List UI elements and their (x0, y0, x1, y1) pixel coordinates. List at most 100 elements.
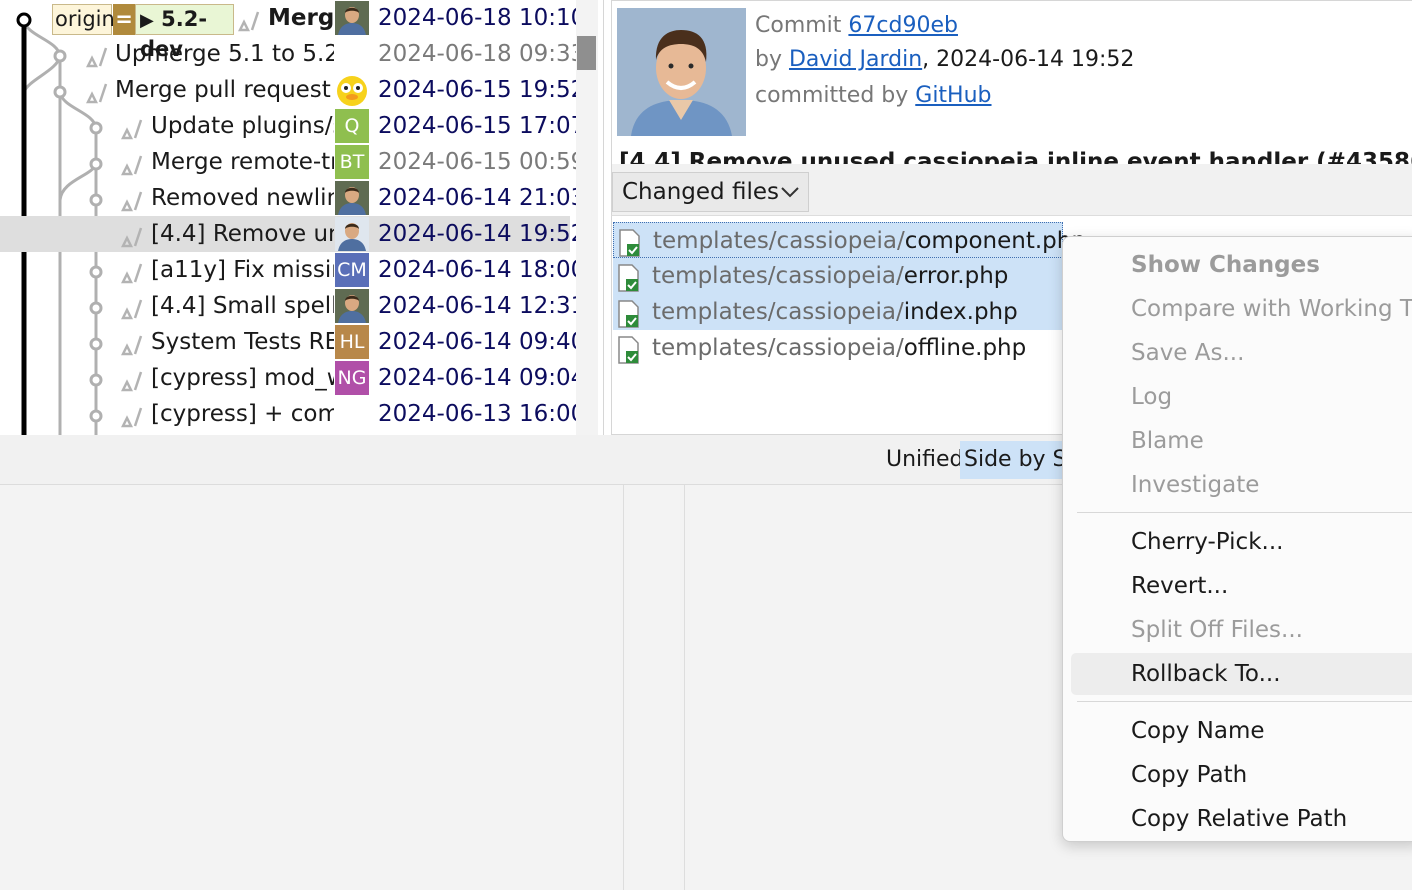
commit-subject: [a11y] Fix missing (151, 257, 334, 283)
author-link[interactable]: David Jardin (789, 47, 922, 72)
commit-date: 2024-06-14 18:00 (378, 257, 586, 283)
commit-row[interactable]: [cypress] mod_whNG 2024-06-14 09:04 (0, 360, 585, 396)
commit-date: 2024-06-18 09:33 (378, 41, 586, 67)
changed-file-name: templates/cassiopeia/component.php (653, 227, 1086, 255)
author-avatar: HL (335, 325, 369, 359)
file-directory: templates/cassiopeia/ (652, 335, 904, 361)
commit-row[interactable]: Merg... 2024-06-18 10:10 (0, 0, 585, 36)
modified-file-icon (618, 229, 642, 257)
menu-item-copy-relative-path[interactable]: Copy Relative Path (1071, 798, 1412, 840)
author-avatar: CM (335, 253, 369, 287)
author-avatar (335, 1, 369, 35)
commit-row[interactable]: Merge remote-tr BT 2024-06-15 00:59 (0, 144, 585, 180)
modified-file-icon (617, 300, 641, 328)
commit-row[interactable]: Removed newline 2024-06-14 21:03 (0, 180, 585, 216)
commit-row[interactable]: [a11y] Fix missingCM 2024-06-14 18:00 (0, 252, 585, 288)
commit-subject: [4.4] Small spellir (151, 293, 334, 319)
menu-item-blame: Blame (1131, 428, 1204, 454)
changed-file-row[interactable]: templates/cassiopeia/offline.php (613, 330, 1063, 366)
file-basename: error.php (903, 263, 1009, 289)
file-basename: index.php (903, 299, 1018, 325)
menu-separator (1077, 512, 1412, 513)
menu-item-rollback-to[interactable]: Rollback To... (1071, 653, 1412, 695)
menu-item-copy-name[interactable]: Copy Name (1071, 710, 1412, 752)
changed-file-row[interactable]: templates/cassiopeia/error.php (613, 258, 1063, 294)
commit-date: 2024-06-13 16:00 (378, 401, 586, 427)
menu-item-split-off-files: Split Off Files... (1131, 617, 1303, 643)
commit-icon (120, 154, 145, 176)
commit-icon (120, 370, 145, 392)
unified-view-button[interactable]: Unified (880, 443, 970, 477)
commit-row[interactable]: Upmerge 5.1 to 5.2 2024-06-18 09:33 (0, 36, 585, 72)
commit-hash-link[interactable]: 67cd90eb (848, 13, 958, 38)
file-directory: templates/cassiopeia/ (652, 299, 904, 325)
commit-date: 2024-06-15 17:07 (378, 113, 586, 139)
changed-files-label: Changed files (622, 179, 779, 205)
commit-row[interactable]: [cypress] + com_l 2024-06-13 16:00 (0, 396, 585, 432)
committer-link[interactable]: GitHub (915, 83, 991, 108)
commit-label: Commit (755, 13, 842, 38)
author-date: , 2024-06-14 19:52 (922, 47, 1135, 72)
commit-subject: Merge pull request # (115, 77, 334, 103)
context-menu[interactable]: Show Changes Compare with Working Tree Sav… (1062, 236, 1412, 842)
by-label: by (755, 47, 782, 72)
commit-icon (120, 118, 145, 140)
commit-row[interactable]: [4.4] Small spellir 2024-06-14 12:31 (0, 288, 585, 324)
commit-details: Commit 67cd90eb by David Jardin, 2024-06… (611, 0, 1412, 164)
commit-icon (120, 190, 145, 212)
commit-icon (120, 226, 145, 248)
commit-icon (237, 10, 262, 32)
menu-item-investigate: Investigate (1131, 472, 1260, 498)
commit-icon (120, 262, 145, 284)
commit-date: 2024-06-14 09:40 (378, 329, 586, 355)
modified-file-icon (617, 264, 641, 292)
changed-file-row[interactable]: templates/cassiopeia/component.php (613, 222, 1086, 258)
commit-icon (120, 298, 145, 320)
menu-item-log: Log (1131, 384, 1173, 410)
diff-left-pane[interactable] (0, 485, 624, 890)
author-line: by David Jardin, 2024-06-14 19:52 (755, 47, 1134, 72)
commit-row[interactable]: [4.4] Remove unu 2024-06-14 19:52 (0, 216, 585, 252)
commit-icon (85, 82, 110, 104)
files-toolbar: Changed files (611, 164, 1412, 216)
commit-message-title: [4.4] Remove unused cassiopeia inline ev… (619, 149, 1412, 164)
author-avatar (335, 73, 369, 107)
author-avatar (335, 289, 369, 323)
log-scrollbar-thumb[interactable] (577, 36, 596, 70)
chevron-down-icon (781, 187, 799, 198)
menu-separator (1077, 701, 1412, 702)
modified-file-icon (617, 336, 641, 364)
commit-date: 2024-06-14 19:52 (378, 221, 586, 247)
author-avatar: NG (335, 361, 369, 395)
commit-log[interactable]: origin = ▶ 5.2-dev Merg...2024-06-18 10:… (0, 0, 604, 435)
file-basename: offline.php (903, 335, 1027, 361)
commit-subject: Merge remote-tr (151, 149, 334, 175)
file-basename: component.php (904, 228, 1086, 254)
commit-subject: Update plugins/s (151, 113, 334, 139)
changed-files-dropdown[interactable]: Changed files (612, 172, 809, 212)
menu-item-compare-with-working-tree: Compare with Working Tree (1131, 296, 1412, 322)
commit-date: 2024-06-15 19:52 (378, 77, 586, 103)
commit-row[interactable]: Merge pull request # 2024-06-15 19:52 (0, 72, 585, 108)
author-avatar (335, 217, 369, 251)
commit-date: 2024-06-14 21:03 (378, 185, 586, 211)
commit-date: 2024-06-15 00:59 (378, 149, 586, 175)
commit-subject: [cypress] mod_wh (151, 365, 334, 391)
commit-date: 2024-06-18 10:10 (378, 5, 586, 31)
menu-item-revert[interactable]: Revert... (1071, 565, 1412, 607)
menu-item-cherry-pick[interactable]: Cherry-Pick... (1071, 521, 1412, 563)
commit-subject: [cypress] + com_l (151, 401, 334, 427)
commit-subject: Merg... (268, 5, 334, 31)
commit-subject: Removed newline (151, 185, 334, 211)
changed-file-row[interactable]: templates/cassiopeia/index.php (613, 294, 1063, 330)
changed-file-name: templates/cassiopeia/error.php (652, 262, 1008, 290)
changed-file-name: templates/cassiopeia/offline.php (652, 334, 1026, 362)
commit-icon (120, 406, 145, 428)
committer-line: committed by GitHub (755, 83, 992, 108)
changed-file-name: templates/cassiopeia/index.php (652, 298, 1018, 326)
commit-row[interactable]: System Tests REAHL 2024-06-14 09:40 (0, 324, 585, 360)
menu-item-show-changes: Show Changes (1131, 252, 1320, 278)
commit-row[interactable]: Update plugins/s Q 2024-06-15 17:07 (0, 108, 585, 144)
menu-item-copy-path[interactable]: Copy Path (1071, 754, 1412, 796)
author-portrait (617, 8, 746, 136)
